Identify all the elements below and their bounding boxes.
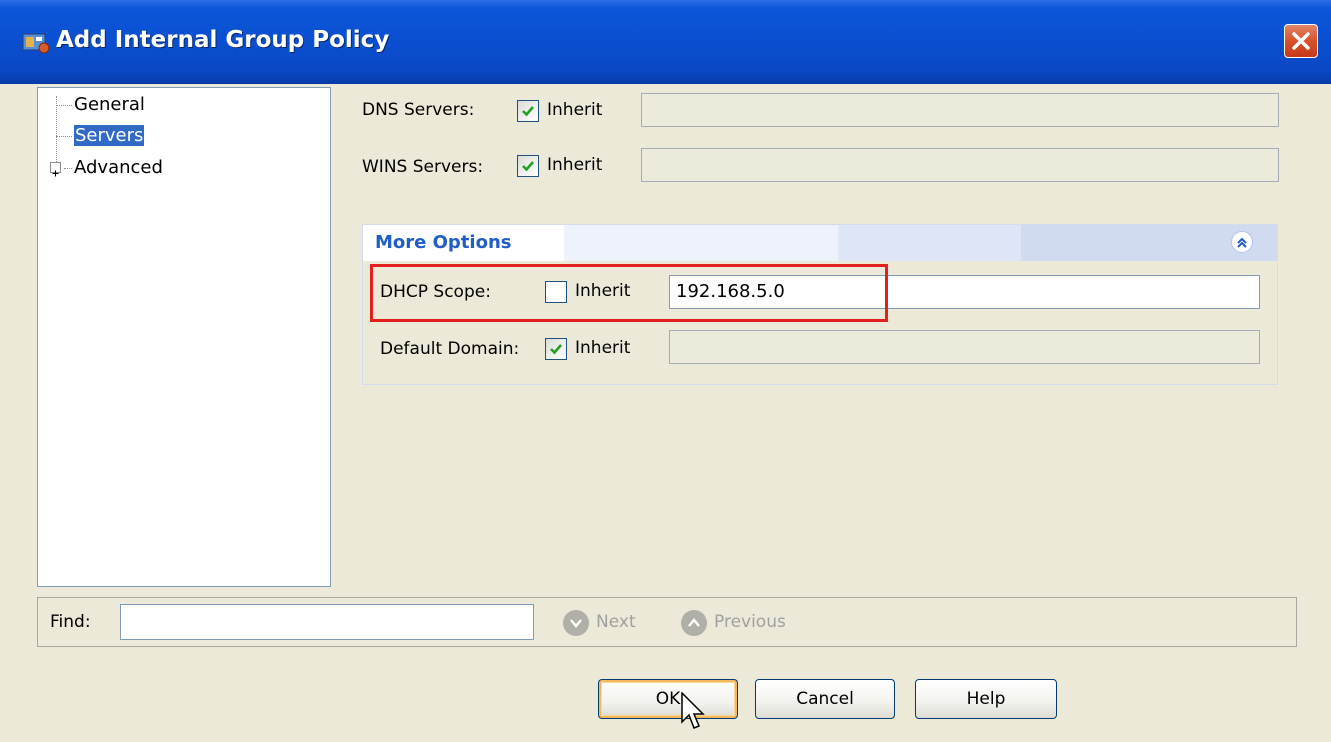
previous-button[interactable]: Previous (714, 612, 786, 632)
help-button[interactable]: Help (915, 679, 1057, 719)
tree-connector (56, 136, 72, 137)
checkmark-icon (522, 106, 534, 117)
default-domain-label: Default Domain: (380, 339, 520, 359)
checkmark-icon (550, 344, 562, 355)
expand-icon[interactable] (50, 162, 61, 177)
ok-button[interactable]: OK (598, 679, 738, 719)
wins-servers-label: WINS Servers: (362, 157, 484, 177)
collapse-icon[interactable] (1231, 231, 1253, 253)
title-bar[interactable]: Add Internal Group Policy (0, 0, 1331, 84)
wins-servers-field[interactable] (641, 148, 1279, 182)
dialog-window: Add Internal Group Policy General Server… (0, 0, 1331, 742)
tree-item-servers[interactable]: Servers (74, 125, 145, 146)
find-input[interactable] (120, 604, 534, 640)
tree-connector (56, 105, 72, 106)
find-bar: Find: Next Previous (37, 597, 1297, 647)
tree-item-general[interactable]: General (74, 94, 145, 115)
tree-connector (64, 168, 72, 169)
dns-inherit-label: Inherit (547, 100, 603, 120)
default-domain-field[interactable] (669, 330, 1260, 364)
dns-servers-field[interactable] (641, 93, 1279, 127)
app-icon (22, 30, 50, 54)
domain-inherit-label: Inherit (575, 338, 631, 358)
domain-inherit-checkbox[interactable] (545, 338, 567, 360)
tree-connector (56, 96, 57, 170)
find-label: Find: (50, 612, 91, 632)
close-button[interactable] (1284, 24, 1318, 58)
tree-item-advanced[interactable]: Advanced (74, 157, 163, 178)
wins-inherit-label: Inherit (547, 155, 603, 175)
checkmark-icon (522, 161, 534, 172)
navigation-tree: General Servers Advanced (37, 87, 331, 587)
close-icon (1292, 32, 1310, 50)
next-button[interactable]: Next (596, 612, 636, 632)
previous-icon[interactable] (681, 610, 707, 636)
wins-inherit-checkbox[interactable] (517, 155, 539, 177)
more-options-title: More Options (375, 232, 512, 253)
window-title: Add Internal Group Policy (56, 27, 390, 53)
dns-inherit-checkbox[interactable] (517, 100, 539, 122)
highlight-box (370, 264, 888, 322)
more-options-header[interactable]: More Options (363, 225, 1277, 261)
cancel-button[interactable]: Cancel (755, 679, 895, 719)
next-icon[interactable] (563, 610, 589, 636)
dns-servers-label: DNS Servers: (362, 100, 475, 120)
mouse-cursor-icon (681, 692, 705, 729)
